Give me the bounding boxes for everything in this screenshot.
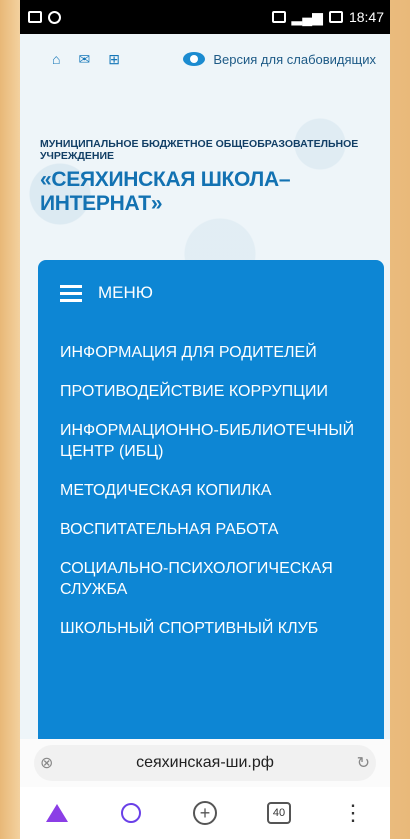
eye-icon [183,52,206,66]
menu-item-parents-info[interactable]: ИНФОРМАЦИЯ ДЛЯ РОДИТЕЛЕЙ [60,342,362,363]
sitemap-icon[interactable]: ⊞ [108,51,120,68]
browser-nav-bar: + 40 ⋮ [20,787,390,839]
menu-list: ИНФОРМАЦИЯ ДЛЯ РОДИТЕЛЕЙ ПРОТИВОДЕЙСТВИЕ… [38,326,384,639]
new-tab-button[interactable]: + [187,795,223,831]
cast-icon [271,11,286,23]
web-page: ⌂ ✉ ⊞ Версия для слабовидящих МУНИЦИПАЛЬ… [20,34,390,739]
search-icon [121,803,141,823]
menu-item-methodical[interactable]: МЕТОДИЧЕСКАЯ КОПИЛКА [60,480,362,501]
menu-item-sports-club[interactable]: ШКОЛЬНЫЙ СПОРТИВНЫЙ КЛУБ [60,618,362,639]
reload-icon[interactable]: ↻ [357,753,370,773]
search-button[interactable] [113,795,149,831]
menu-title: МЕНЮ [98,283,153,302]
main-menu: МЕНЮ ИНФОРМАЦИЯ ДЛЯ РОДИТЕЛЕЙ ПРОТИВОДЕЙ… [38,260,384,739]
plus-icon: + [193,801,217,825]
menu-item-library-center[interactable]: ИНФОРМАЦИОННО-БИБЛИОТЕЧНЫЙ ЦЕНТР (ИБЦ) [60,420,362,462]
school-name: «СЕЯХИНСКАЯ ШКОЛА– ИНТЕРНАТ» [40,168,291,215]
triangle-icon [46,804,68,822]
battery-icon [328,11,343,23]
at-icon [48,10,61,24]
menu-item-anticorruption[interactable]: ПРОТИВОДЕЙСТВИЕ КОРРУПЦИИ [60,381,362,402]
mail-icon[interactable]: ✉ [78,51,90,68]
home-icon[interactable]: ⌂ [52,51,60,67]
phone-screen: ▂▄▆ 18:47 ⌂ ✉ ⊞ Версия для слабовидящих … [20,0,390,839]
menu-toggle[interactable]: МЕНЮ [38,260,384,326]
url-text[interactable]: сеяхинская-ши.рф [136,754,274,772]
url-box[interactable]: ⊗ сеяхинская-ши.рф ↻ [34,745,376,781]
more-menu-button[interactable]: ⋮ [335,795,371,831]
tab-count: 40 [267,802,291,824]
tabs-button[interactable]: 40 [261,795,297,831]
vision-link-label: Версия для слабовидящих [213,51,376,67]
vision-impaired-link[interactable]: Версия для слабовидящих [183,52,376,67]
site-info-icon[interactable]: ⊗ [40,753,53,773]
menu-item-psychology-service[interactable]: СОЦИАЛЬНО-ПСИХОЛОГИЧЕСКАЯ СЛУЖБА [60,558,362,600]
clock: 18:47 [348,9,384,25]
status-bar: ▂▄▆ 18:47 [20,0,390,34]
assistant-button[interactable] [39,795,75,831]
hamburger-icon [60,285,82,302]
menu-item-upbringing[interactable]: ВОСПИТАТЕЛЬНАЯ РАБОТА [60,519,362,540]
school-title-block: МУНИЦИПАЛЬНОЕ БЮДЖЕТНОЕ ОБЩЕОБРАЗОВАТЕЛЬ… [40,138,382,216]
site-topbar: ⌂ ✉ ⊞ Версия для слабовидящих [20,34,390,84]
address-bar: ⊗ сеяхинская-ши.рф ↻ [20,739,390,787]
org-type: МУНИЦИПАЛЬНОЕ БЮДЖЕТНОЕ ОБЩЕОБРАЗОВАТЕЛЬ… [40,138,359,162]
signal-icon: ▂▄▆ [291,8,323,25]
image-icon [28,11,42,23]
more-icon: ⋮ [342,800,364,825]
